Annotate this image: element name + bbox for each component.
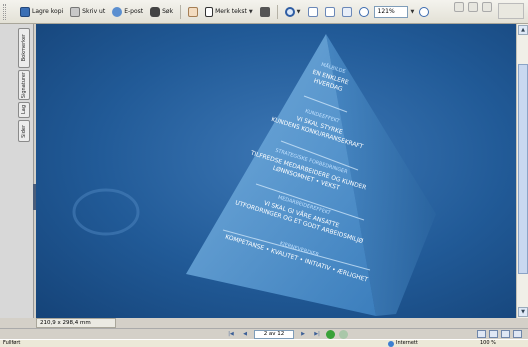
page-layout-buttons	[477, 330, 522, 338]
continuous-icon[interactable]	[489, 330, 498, 338]
background-logo	[72, 188, 140, 236]
rotate-tools	[454, 2, 492, 12]
pyramid-illustration: MÅLBILDE EN ENKLERE HVERDAG KUNDEEFFEKT …	[72, 34, 436, 316]
tab-bookmarks[interactable]: Bokmerker	[18, 28, 30, 68]
zoom-tool-button[interactable]: ▼	[283, 4, 303, 20]
hand-tool-button[interactable]	[186, 4, 200, 20]
page-number-input[interactable]: 2 av 12	[254, 330, 294, 339]
tab-layers[interactable]: Lag	[18, 102, 30, 118]
go-back-icon[interactable]	[326, 330, 335, 339]
actual-size-button[interactable]	[306, 4, 320, 20]
zoom-dropdown-icon[interactable]: ▼	[411, 9, 415, 15]
continuous-facing-icon[interactable]	[513, 330, 522, 338]
vertical-scrollbar[interactable]: ▲ ▼	[516, 24, 528, 318]
globe-icon	[388, 340, 394, 347]
zoom-out-button[interactable]	[357, 4, 371, 20]
page-icon	[307, 6, 318, 17]
text-cursor-icon	[205, 6, 214, 17]
toolbar-separator	[276, 4, 278, 19]
select-text-label: Merk tekst	[215, 8, 247, 15]
zoom-level-input[interactable]: 121%	[373, 5, 408, 18]
browser-zoom-level[interactable]: 100 %	[480, 340, 496, 347]
scroll-down-icon[interactable]: ▼	[518, 307, 528, 317]
fit-page-icon	[324, 6, 335, 17]
scroll-thumb[interactable]	[518, 64, 528, 274]
tab-bookmarks-label: Bokmerker	[21, 34, 27, 62]
email-icon	[112, 6, 123, 17]
save-icon	[20, 6, 30, 17]
magnifier-icon	[284, 6, 295, 17]
status-text: Fullført	[3, 340, 21, 346]
print-label: Skriv ut	[82, 8, 106, 15]
page-size-indicator: 210,9 x 298,4 mm	[36, 318, 116, 328]
fit-width-button[interactable]	[340, 4, 354, 20]
chevron-down-icon[interactable]: ▼	[297, 9, 301, 15]
hand-icon	[188, 6, 199, 17]
select-text-button[interactable]: Merk tekst ▼	[203, 4, 255, 20]
go-forward-icon[interactable]	[339, 330, 348, 339]
page-navigation-bar: |◀ ◀ 2 av 12 ▶ ▶|	[0, 328, 528, 339]
rotate-left-icon[interactable]	[454, 2, 464, 12]
security-zone: Internett	[388, 340, 418, 347]
tab-signatures[interactable]: Signaturer	[18, 70, 30, 100]
tools-icon[interactable]	[482, 2, 492, 12]
document-canvas: MÅLBILDE EN ENKLERE HVERDAG KUNDEEFFEKT …	[36, 24, 516, 318]
print-button[interactable]: Skriv ut	[68, 4, 107, 20]
toolbar-grip[interactable]	[3, 4, 6, 20]
tab-signatures-label: Signaturer	[21, 71, 27, 99]
rotate-right-icon[interactable]	[468, 2, 478, 12]
status-bar: Fullført Internett 100 %	[0, 339, 528, 347]
binoculars-icon	[150, 6, 161, 17]
toolbar: Lagre kopi Skriv ut E-post Søk Merk teks…	[0, 0, 528, 24]
last-page-icon[interactable]: ▶|	[312, 330, 322, 339]
snapshot-button[interactable]	[258, 4, 272, 20]
minus-icon	[358, 6, 369, 17]
chevron-down-icon[interactable]: ▼	[249, 9, 253, 15]
first-page-icon[interactable]: |◀	[226, 330, 236, 339]
camera-icon	[259, 6, 270, 17]
tab-layers-label: Lag	[21, 105, 27, 115]
save-copy-label: Lagre kopi	[32, 8, 64, 15]
fit-width-icon	[341, 6, 352, 17]
search-label: Søk	[162, 8, 174, 15]
toolbar-separator	[180, 4, 182, 19]
navigation-panel-tabs: Bokmerker Signaturer Lag Sider	[0, 24, 36, 318]
email-button[interactable]: E-post	[110, 4, 145, 20]
scroll-up-icon[interactable]: ▲	[518, 25, 528, 35]
tab-pages-label: Sider	[21, 124, 27, 138]
plus-icon	[419, 6, 430, 17]
email-label: E-post	[124, 8, 144, 15]
previous-page-icon[interactable]: ◀	[240, 330, 250, 339]
tab-pages[interactable]: Sider	[18, 120, 30, 142]
next-page-icon[interactable]: ▶	[298, 330, 308, 339]
save-copy-button[interactable]: Lagre kopi	[18, 4, 65, 20]
search-button[interactable]: Søk	[148, 4, 175, 20]
fit-page-button[interactable]	[323, 4, 337, 20]
zone-label: Internett	[396, 340, 418, 346]
extra-toolbar-button[interactable]	[498, 3, 524, 19]
single-page-icon[interactable]	[477, 330, 486, 338]
zoom-in-button[interactable]	[417, 4, 431, 20]
printer-icon	[70, 6, 81, 17]
facing-icon[interactable]	[501, 330, 510, 338]
